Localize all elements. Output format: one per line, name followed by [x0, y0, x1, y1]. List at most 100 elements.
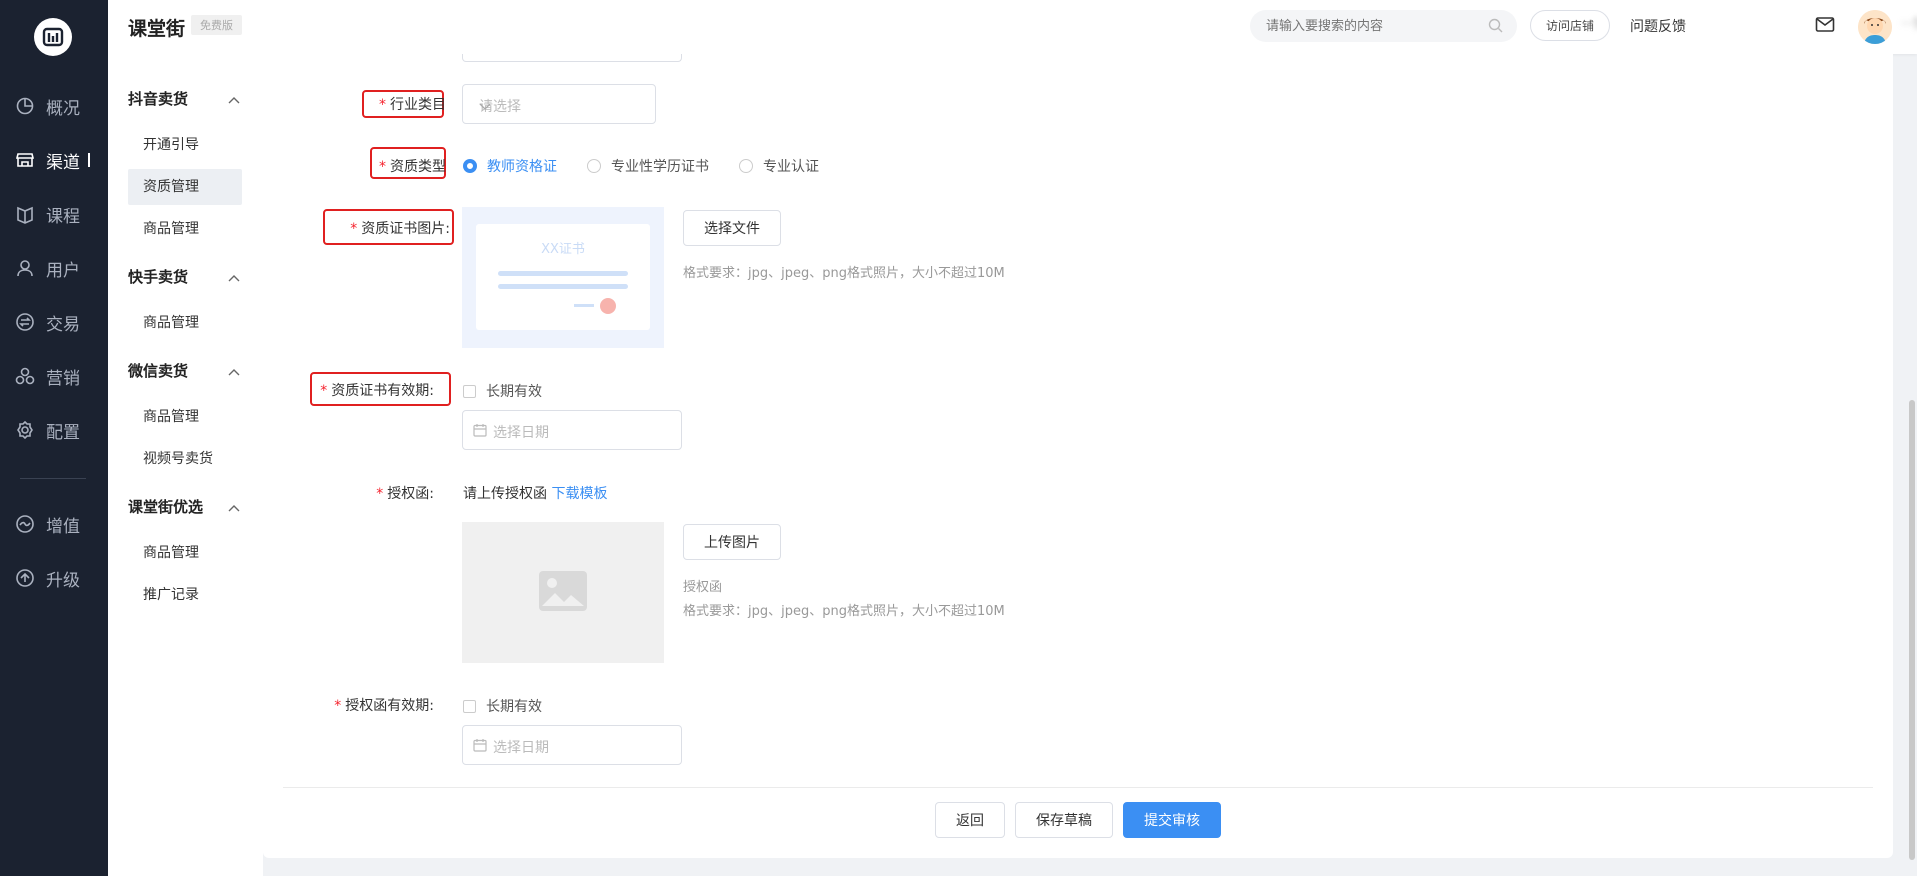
mail-icon[interactable] [1815, 16, 1835, 38]
top-header: 课堂街 免费版 访问店铺 问题反馈 ···5 [108, 0, 1917, 54]
nav-group-kuaishou[interactable]: 快手卖货 [128, 266, 188, 287]
rail-item-trade[interactable]: 交易 [14, 310, 104, 335]
avatar[interactable] [1858, 10, 1892, 44]
rail-item-label: 交易 [46, 314, 80, 335]
choose-file-button[interactable]: 选择文件 [683, 210, 781, 246]
user-icon [14, 257, 36, 279]
auth-letter-label: * 授权函: [376, 486, 434, 502]
pie-chart-icon [14, 95, 36, 117]
value-add-icon [14, 513, 36, 535]
checkbox-box [463, 699, 476, 713]
nav-group-wechat[interactable]: 微信卖货 [128, 360, 188, 381]
rail-item-marketing[interactable]: 营销 [14, 364, 104, 389]
search-icon[interactable] [1488, 18, 1503, 37]
cert-image-label: * 资质证书图片: [350, 221, 450, 237]
rail-item-label: 配置 [46, 422, 80, 443]
format-hint: 格式要求：jpg、jpeg、png格式照片，大小不超过10M [683, 604, 1005, 619]
radio-professional-cert[interactable]: 专业认证 [739, 156, 819, 176]
previous-field-stub [462, 54, 682, 62]
username[interactable]: ···5 [1901, 17, 1917, 32]
date-placeholder: 选择日期 [493, 740, 549, 756]
store-icon [14, 149, 36, 171]
exchange-icon [14, 311, 36, 333]
rail-item-channel[interactable]: 渠道 [14, 148, 104, 173]
auth-long-term-checkbox[interactable]: 长期有效 [463, 696, 542, 716]
cert-validity-label: * 资质证书有效期: [320, 383, 434, 399]
cert-line [498, 284, 628, 289]
rail-item-config[interactable]: 配置 [14, 418, 104, 443]
industry-select[interactable]: 请选择 [462, 84, 656, 124]
chevron-up-icon[interactable] [228, 500, 240, 516]
rail-item-overview[interactable]: 概况 [14, 94, 104, 119]
main-rail: 概况 渠道 课程 用户 交易 营销 配置 增值 升级 [0, 0, 108, 876]
nav-item-promotion-records[interactable]: 推广记录 [128, 577, 242, 613]
radio-dot [739, 159, 753, 173]
app-logo[interactable] [34, 18, 72, 56]
back-button[interactable]: 返回 [935, 802, 1005, 838]
cert-sample-image: XX证书 [462, 207, 664, 348]
auth-caption: 授权函 [683, 580, 723, 595]
rail-item-label: 用户 [46, 260, 80, 281]
auth-instruction: 请上传授权函 下载模板 [463, 486, 608, 502]
image-icon [538, 570, 588, 616]
nav-item-douyin-products[interactable]: 商品管理 [128, 211, 242, 247]
rail-item-value-add[interactable]: 增值 [14, 512, 104, 537]
footer-divider [283, 787, 1873, 788]
qual-type-label: * 资质类型 [379, 159, 446, 175]
cert-line [498, 271, 628, 276]
chevron-up-icon[interactable] [228, 92, 240, 108]
rail-item-upgrade[interactable]: 升级 [14, 566, 104, 591]
gear-icon [14, 419, 36, 441]
secondary-nav: 抖音卖货 开通引导 资质管理 商品管理 快手卖货 商品管理 微信卖货 商品管理 … [108, 54, 263, 876]
chevron-down-icon [479, 99, 643, 115]
nav-item-kuaishou-products[interactable]: 商品管理 [128, 305, 242, 341]
cert-seal [600, 298, 616, 314]
chevron-up-icon[interactable] [228, 270, 240, 286]
rail-item-user[interactable]: 用户 [14, 256, 104, 281]
cert-line [574, 304, 594, 307]
nav-group-selection[interactable]: 课堂街优选 [128, 496, 203, 517]
active-indicator [88, 153, 90, 167]
radio-dot [587, 159, 601, 173]
auth-validity-label: * 授权函有效期: [334, 698, 434, 714]
certificate-illustration: XX证书 [476, 224, 650, 330]
nav-item-qualification[interactable]: 资质管理 [128, 169, 242, 205]
search-box [1250, 10, 1517, 42]
nav-item-open-guide[interactable]: 开通引导 [128, 127, 242, 163]
nav-item-wechat-products[interactable]: 商品管理 [128, 399, 242, 435]
rail-item-label: 课程 [46, 206, 80, 227]
download-template-link[interactable]: 下载模板 [551, 486, 607, 502]
cert-long-term-checkbox[interactable]: 长期有效 [463, 381, 542, 401]
nav-item-channels-sales[interactable]: 视频号卖货 [128, 441, 242, 477]
save-draft-button[interactable]: 保存草稿 [1015, 802, 1113, 838]
plan-badge: 免费版 [191, 15, 242, 35]
nav-group-douyin[interactable]: 抖音卖货 [128, 88, 188, 109]
radio-dot [463, 159, 477, 173]
brand-name: 课堂街 [128, 18, 186, 40]
rail-item-course[interactable]: 课程 [14, 202, 104, 227]
submit-review-button[interactable]: 提交审核 [1123, 802, 1221, 838]
calendar-icon [473, 423, 487, 441]
upgrade-icon [14, 567, 36, 589]
cert-sample-title: XX证书 [541, 242, 585, 257]
auth-date-picker[interactable]: 选择日期 [462, 725, 682, 765]
radio-teacher-cert[interactable]: 教师资格证 [463, 156, 557, 176]
visit-store-button[interactable]: 访问店铺 [1530, 10, 1610, 41]
rail-item-label: 概况 [46, 98, 80, 119]
upload-image-button[interactable]: 上传图片 [683, 524, 781, 560]
auth-image-placeholder[interactable] [462, 522, 664, 663]
radio-degree-cert[interactable]: 专业性学历证书 [587, 156, 709, 176]
rail-item-label: 升级 [46, 570, 80, 591]
book-icon [14, 203, 36, 225]
rail-item-label: 增值 [46, 516, 80, 537]
industry-label: * 行业类目 [379, 97, 446, 113]
chevron-up-icon[interactable] [228, 364, 240, 380]
scrollbar[interactable] [1909, 400, 1915, 860]
rail-divider [20, 478, 86, 479]
cert-date-picker[interactable]: 选择日期 [462, 410, 682, 450]
marketing-icon [14, 365, 36, 387]
nav-item-selection-products[interactable]: 商品管理 [128, 535, 242, 571]
search-input[interactable] [1266, 10, 1476, 42]
feedback-link[interactable]: 问题反馈 [1630, 16, 1686, 36]
format-hint: 格式要求：jpg、jpeg、png格式照片，大小不超过10M [683, 266, 1005, 281]
